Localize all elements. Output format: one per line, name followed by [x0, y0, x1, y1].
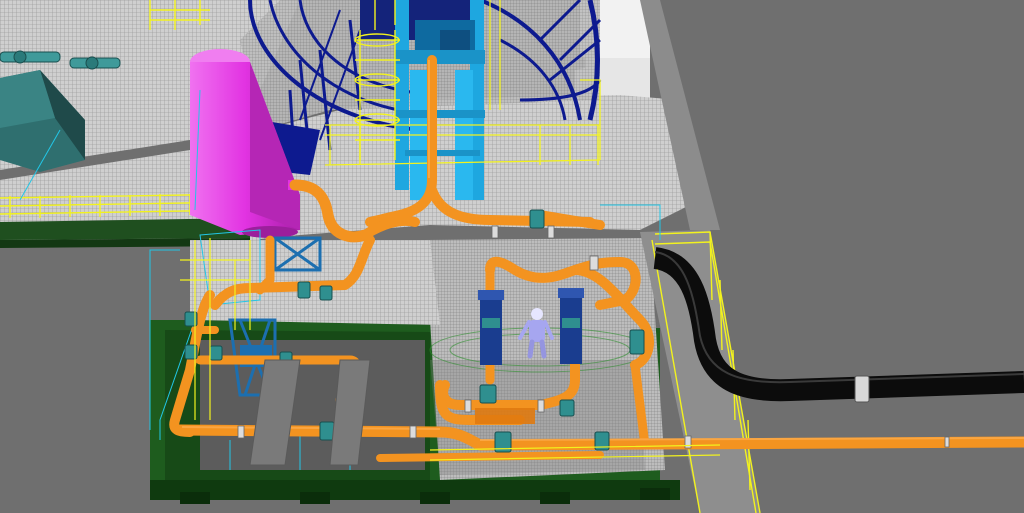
pipe-clamp	[854, 375, 870, 403]
3d-plant-viewport[interactable]	[0, 0, 1024, 513]
orange-skid-plate	[475, 408, 535, 424]
piping-model-scene	[0, 0, 1024, 513]
